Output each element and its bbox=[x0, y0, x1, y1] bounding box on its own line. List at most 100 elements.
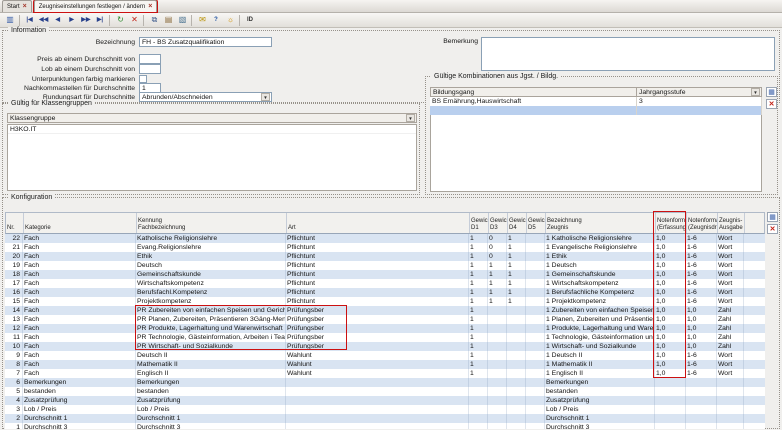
konfiguration-cell-nr: 2 bbox=[5, 414, 23, 423]
column-header-d3[interactable]: GewichtD3 bbox=[489, 213, 508, 233]
chevron-down-icon[interactable]: ▼ bbox=[406, 114, 415, 122]
konfiguration-cell-aus: Wort bbox=[717, 288, 744, 297]
konfiguration-row[interactable]: 17FachWirtschaftskompetenzPflichtunt1111… bbox=[5, 279, 765, 288]
konfiguration-row[interactable]: 14FachPR Zubereiten von einfachen Speise… bbox=[5, 306, 765, 315]
konfiguration-row[interactable]: 9FachDeutsch IIWahlunt11 Deutsch II1,01-… bbox=[5, 351, 765, 360]
column-header-bildungsgang[interactable]: Bildungsgang bbox=[430, 87, 637, 97]
kombination-cell: 3 bbox=[637, 97, 762, 106]
konfiguration-row[interactable]: 2Durchschnitt 1Durchschnitt 1Durchschnit… bbox=[5, 414, 765, 423]
konfiguration-row[interactable]: 4ZusatzprüfungZusatzprüfungZusatzprüfung bbox=[5, 396, 765, 405]
lob-input[interactable] bbox=[139, 64, 161, 74]
konfiguration-row[interactable]: 12FachPR Produkte, Lagerhaltung und Ware… bbox=[5, 324, 765, 333]
klassengruppe-item[interactable]: H3KO.IT bbox=[8, 125, 416, 134]
help-button[interactable]: ? bbox=[209, 14, 222, 26]
konfiguration-cell-d4: 1 bbox=[507, 270, 526, 279]
column-header-nr[interactable]: Nr. bbox=[6, 213, 24, 233]
konfiguration-cell-art: Prüfungsber bbox=[286, 342, 469, 351]
id-button[interactable]: ID bbox=[243, 14, 256, 26]
konfiguration-cell-bez: Bemerkungen bbox=[545, 378, 655, 387]
toolbar-separator bbox=[19, 15, 20, 26]
konfiguration-cell-nfd bbox=[686, 423, 717, 429]
konfiguration-cell-d5 bbox=[526, 369, 545, 378]
column-header-d1[interactable]: GewichtD1 bbox=[470, 213, 489, 233]
konfiguration-row[interactable]: 10FachPR Wirtschaft- und SozialkundePrüf… bbox=[5, 342, 765, 351]
refresh-button[interactable]: ↻ bbox=[113, 14, 126, 26]
bezeichnung-input[interactable] bbox=[139, 37, 272, 47]
konfiguration-row[interactable]: 11FachPR Technologie, Gästeinformation, … bbox=[5, 333, 765, 342]
export-button[interactable]: ▧ bbox=[175, 14, 188, 26]
chevron-down-icon[interactable]: ▼ bbox=[751, 88, 760, 96]
konfiguration-row[interactable]: 13FachPR Planen, Zubereiten, Präsentiere… bbox=[5, 315, 765, 324]
bemerkung-textarea[interactable] bbox=[481, 37, 775, 71]
konfiguration-cell-d1: 1 bbox=[469, 288, 488, 297]
column-header-nfe[interactable]: Notenformat(Erfassung) bbox=[656, 213, 687, 233]
kombination-row[interactable] bbox=[430, 106, 762, 115]
nav-fast-backward-button[interactable]: ◀◀ bbox=[37, 14, 50, 26]
konfiguration-cell-art bbox=[286, 396, 469, 405]
konfiguration-cell-d4 bbox=[507, 342, 526, 351]
konfiguration-row[interactable]: 16FachBerufsfachl.KompetenzPflichtunt111… bbox=[5, 288, 765, 297]
konfiguration-row[interactable]: 7FachEnglisch IIWahlunt11 Englisch II1,0… bbox=[5, 369, 765, 378]
column-header-d5[interactable]: GewichtD5 bbox=[527, 213, 546, 233]
konfiguration-cell-nfd: 1-6 bbox=[686, 351, 717, 360]
column-header-jahrgangsstufe[interactable]: Jahrgangsstufe ▼ bbox=[637, 87, 762, 97]
konfiguration-cell-d3: 1 bbox=[488, 270, 507, 279]
column-header-nfd[interactable]: Notenformat(Zeugnisdruck) bbox=[687, 213, 718, 233]
save-button[interactable]: ▥ bbox=[3, 14, 16, 26]
konfiguration-row[interactable]: 8FachMathematik IIWahlunt11 Mathematik I… bbox=[5, 360, 765, 369]
nav-fast-forward-button[interactable]: ▶▶ bbox=[79, 14, 92, 26]
rundungsart-select[interactable]: Abrunden/Abschneiden ▼ bbox=[139, 92, 272, 102]
konfiguration-row[interactable]: 3Lob / PreisLob / PreisLob / Preis bbox=[5, 405, 765, 414]
konfiguration-row[interactable]: 5bestandenbestandenbestanden bbox=[5, 387, 765, 396]
unterpunktungen-checkbox[interactable] bbox=[139, 75, 147, 83]
delete-button[interactable]: ✕ bbox=[127, 14, 140, 26]
delete-row-icon[interactable]: ✕ bbox=[766, 99, 777, 109]
delete-row-icon[interactable]: ✕ bbox=[767, 224, 778, 234]
konfiguration-row[interactable]: 18FachGemeinschaftskundePflichtunt1111 G… bbox=[5, 270, 765, 279]
konfiguration-cell-bez: Durchschnitt 3 bbox=[545, 423, 655, 429]
konfiguration-row[interactable]: 21FachEvang.ReligionslehrePflichtunt1011… bbox=[5, 243, 765, 252]
column-header-d4[interactable]: GewichtD4 bbox=[508, 213, 527, 233]
preis-input[interactable] bbox=[139, 54, 161, 64]
paste-button[interactable]: ▤ bbox=[161, 14, 174, 26]
konfiguration-row[interactable]: 20FachEthikPflichtunt1011 Ethik1,01-6Wor… bbox=[5, 252, 765, 261]
nav-next-button[interactable]: ▶ bbox=[65, 14, 78, 26]
konfiguration-row[interactable]: 19FachDeutschPflichtunt1111 Deutsch1,01-… bbox=[5, 261, 765, 270]
konfiguration-row[interactable]: 6BemerkungenBemerkungenBemerkungen bbox=[5, 378, 765, 387]
chevron-down-icon[interactable]: ▼ bbox=[261, 93, 270, 101]
nav-first-button[interactable]: |◀ bbox=[23, 14, 36, 26]
kombination-row[interactable]: BS Ernährung,Hauswirtschaft3 bbox=[430, 97, 762, 106]
konfiguration-cell-ken: Bemerkungen bbox=[136, 378, 286, 387]
column-header-aus[interactable]: Zeugnis-Ausgabe bbox=[718, 213, 745, 233]
column-header-bez[interactable]: BezeichnungZeugnis bbox=[546, 213, 656, 233]
konfiguration-cell-d3 bbox=[488, 306, 507, 315]
klassengruppe-combo[interactable]: Klassengruppe ▼ bbox=[7, 113, 417, 123]
nav-last-button[interactable]: ▶| bbox=[93, 14, 106, 26]
toolbar: ▥|◀◀◀◀▶▶▶▶|↻✕⧉▤▧✉?☼ID bbox=[0, 13, 782, 28]
copy-button[interactable]: ⧉ bbox=[147, 14, 160, 26]
konfiguration-cell-ken: Ethik bbox=[136, 252, 286, 261]
konfiguration-cell-d1 bbox=[469, 396, 488, 405]
table-columns-icon[interactable]: ▦ bbox=[766, 87, 777, 97]
konfiguration-cell-d5 bbox=[526, 243, 545, 252]
table-columns-icon[interactable]: ▦ bbox=[767, 212, 778, 222]
konfiguration-cell-kat: Fach bbox=[23, 234, 136, 243]
column-header-ken[interactable]: KennungFachbezeichnung bbox=[137, 213, 287, 233]
nav-previous-button[interactable]: ◀ bbox=[51, 14, 64, 26]
tab-close-icon[interactable]: × bbox=[148, 3, 152, 10]
hint-button[interactable]: ☼ bbox=[223, 14, 236, 26]
tab-start[interactable]: Start × bbox=[2, 0, 32, 12]
konfiguration-cell-nfe: 1,0 bbox=[655, 261, 686, 270]
konfiguration-cell-art bbox=[286, 405, 469, 414]
konfiguration-row[interactable]: 22FachKatholische ReligionslehrePflichtu… bbox=[5, 234, 765, 243]
tab-zeugniseinstellungen[interactable]: Zeugniseinstellungen festlegen / ändern … bbox=[34, 0, 158, 12]
konfiguration-cell-bez: 1 Gemeinschaftskunde bbox=[545, 270, 655, 279]
konfiguration-row[interactable]: 1Durchschnitt 3Durchschnitt 3Durchschnit… bbox=[5, 423, 765, 429]
column-header-kat[interactable]: Kategorie bbox=[24, 213, 137, 233]
konfiguration-row[interactable]: 15FachProjektkompetenzPflichtunt1111 Pro… bbox=[5, 297, 765, 306]
konfiguration-cell-d4 bbox=[507, 405, 526, 414]
tab-bar: Start × Zeugniseinstellungen festlegen /… bbox=[0, 0, 782, 13]
tab-close-icon[interactable]: × bbox=[23, 3, 27, 10]
column-header-art[interactable]: Art bbox=[287, 213, 470, 233]
mail-button[interactable]: ✉ bbox=[195, 14, 208, 26]
